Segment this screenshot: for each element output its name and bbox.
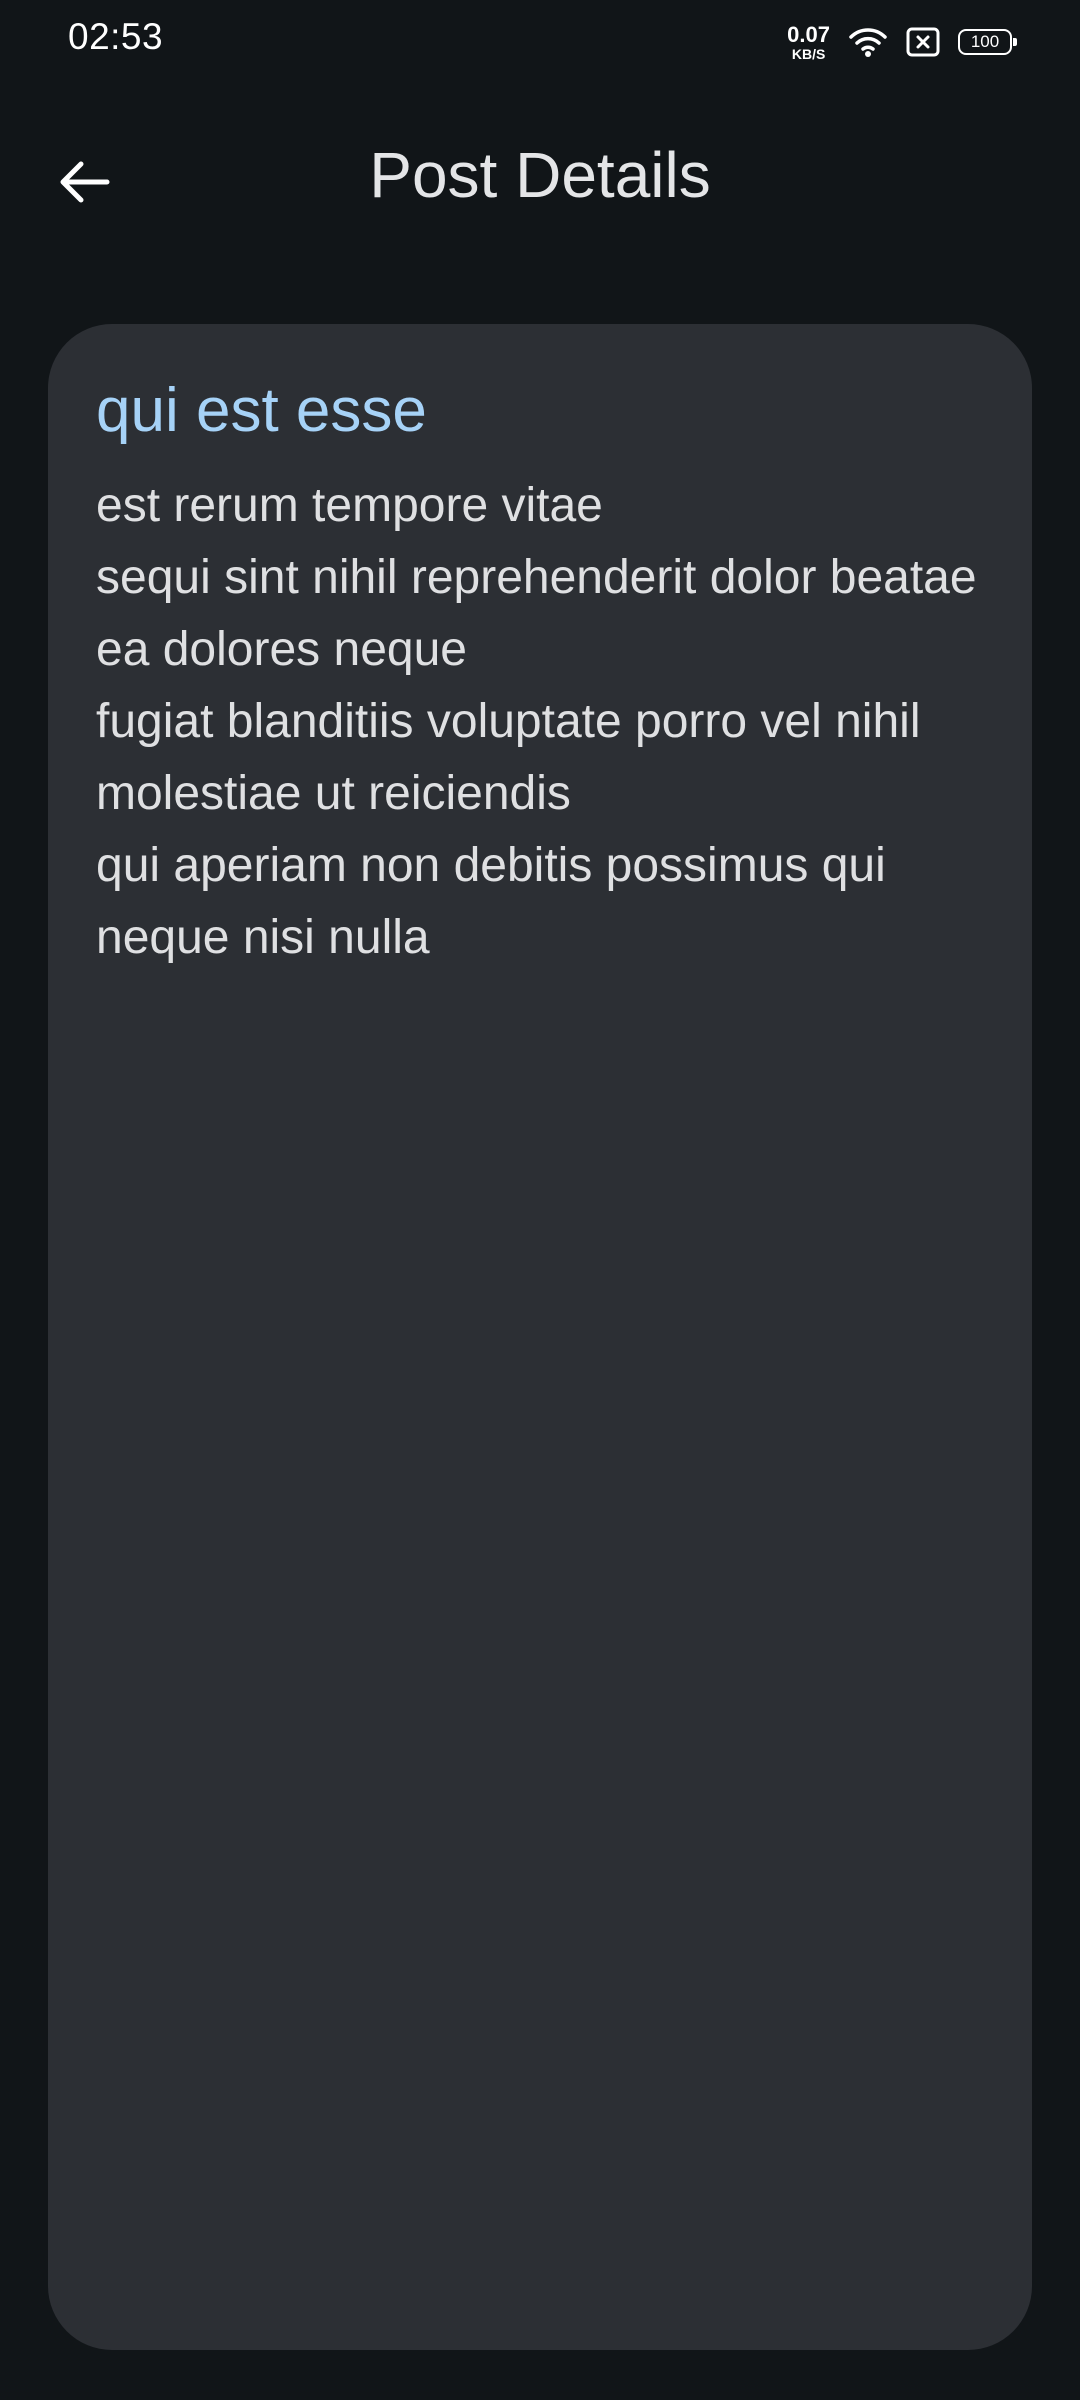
network-speed-unit: KB/S — [791, 45, 826, 62]
page-title: Post Details — [369, 139, 711, 211]
network-speed-value: 0.07 — [787, 21, 830, 47]
network-speed: 0.07 KB/S — [787, 21, 830, 62]
post-body: est rerum tempore vitae sequi sint nihil… — [96, 479, 977, 965]
app-bar: Post Details — [0, 120, 1080, 240]
wifi-icon — [848, 26, 888, 58]
status-icons: 0.07 KB/S 100 — [787, 20, 1017, 64]
sim-disabled-icon — [906, 27, 940, 57]
post-card: qui est esse est rerum tempore vitae seq… — [48, 324, 1032, 2350]
post-title: qui est esse — [96, 376, 427, 445]
battery-icon: 100 — [958, 29, 1017, 55]
status-time: 02:53 — [68, 16, 164, 57]
status-bar: 02:53 0.07 KB/S 100 — [0, 0, 1080, 84]
